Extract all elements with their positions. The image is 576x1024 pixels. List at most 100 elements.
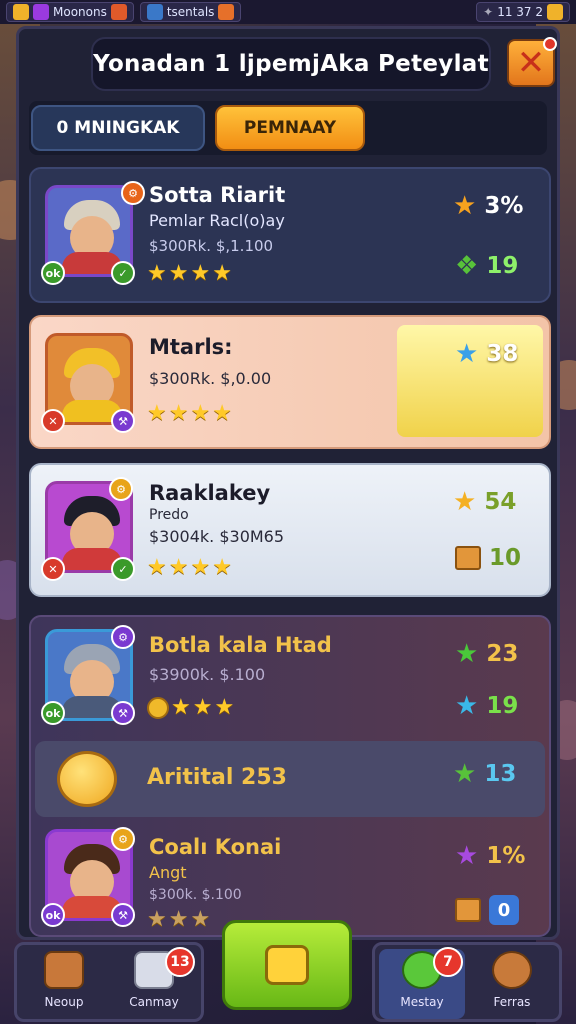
center-action-button[interactable] [222,920,352,1010]
battery-icon [547,4,563,20]
tool-badge-icon: ⚒ [111,701,135,725]
star-icon: ★ [455,639,479,669]
stat-value: 38 [486,341,519,367]
stat-value: 3% [484,193,524,219]
notification-badge: 7 [433,947,463,977]
star-icon: ★ [453,487,477,517]
player-name: Raaklakey [149,481,271,505]
star-icon: ★ [214,695,235,720]
star-icon: ★ [212,401,232,426]
remove-badge-icon: ✕ [41,557,65,581]
rank-badge-icon: ⚙ [111,625,135,649]
level-badge-icon: ok [41,903,65,927]
currency-label: Moonons [53,5,107,19]
tool-badge-icon: ⚒ [111,903,135,927]
chest-icon [455,546,481,570]
player-price: $300k. $.100 [149,887,242,903]
star-rating: ★ ★ ★ ★ [147,557,232,579]
chest-icon [455,898,481,922]
star-icon: ★ [147,261,167,286]
shield-icon [146,4,163,20]
arrow-icon [218,4,235,20]
star-icon: ★ [171,695,191,720]
player-subtitle: Angt [149,863,187,882]
clock-chip: ✦ 11 37 2 [476,2,570,22]
tool-badge-icon: ⚒ [111,409,135,433]
star-icon: ★ [147,401,167,426]
nav-item-home[interactable]: Neoup [21,949,107,1019]
clock-label: 11 37 2 [497,5,543,19]
bottom-nav: Neoup Canmay 13 Mestay 7 Ferras [14,920,562,1022]
stat-value: 10 [489,545,522,571]
stat-value: 13 [484,761,517,787]
stat-bottom: ❖ 19 [455,253,518,279]
stat-value: 19 [486,693,519,719]
star-icon: ★ [192,695,213,720]
reward-stat: ★ 13 [453,761,516,787]
player-name: Coalı Konai [149,835,282,859]
check-badge-icon: ✓ [111,261,135,285]
rank-badge-icon: ⚙ [111,827,135,851]
house-icon [44,951,84,989]
nav-item-ferras[interactable]: Ferras [469,949,555,1019]
star-rating: ★ ★ ★ [147,697,234,719]
star-icon: ★ [168,261,189,286]
star-icon: ★ [455,691,479,721]
stat-bottom: 10 [455,545,521,571]
player-card[interactable]: ✕ ⚒ Mtarls: $300Rk. $,0.00 ★ ★ ★ ★ ★ 38 [29,315,551,449]
settings-icon: ✦ [483,5,494,19]
nav-item-mestay[interactable]: Mestay 7 [379,947,465,1019]
player-name: Mtarls: [149,335,233,359]
energy-label: tsentals [166,5,215,19]
player-price: $300Rk. $,0.00 [149,369,272,388]
leaderboard-panel: Yonadan 1 ljpemjAka Peteylat ✕ 0 MNINGKA… [16,26,560,940]
star-icon: ★ [190,401,211,426]
player-price: $3004k. $30M65 [149,527,285,546]
nav-label: Ferras [493,995,531,1009]
level-badge-icon: ok [41,261,65,285]
notification-dot [543,37,557,51]
energy-chip[interactable]: tsentals [139,2,242,22]
stat-value: 23 [486,641,519,667]
nav-label: Mestay [400,995,444,1009]
star-rating: ★ ★ ★ ★ [147,403,232,425]
coin-icon [147,697,169,719]
tab-ranking[interactable]: 0 MNINGKAK [31,105,205,151]
check-badge-icon: ✓ [111,557,135,581]
close-button[interactable]: ✕ [507,37,557,87]
chest-icon [13,4,29,20]
gem-icon [33,4,49,20]
star-icon: ★ [168,555,189,580]
currency-chip[interactable]: Moonons [6,2,134,22]
star-icon: ★ [455,841,479,871]
search-icon [265,945,309,985]
pet-icon [492,951,532,989]
sun-coin-icon [57,751,117,807]
stat-top: ★ 54 [453,489,516,515]
stat-value: 0 [489,895,519,925]
add-icon [110,4,127,20]
stat-value: 54 [484,489,517,515]
player-card[interactable]: ⚙ ok ✓ Sotta Riarit Pemlar Racl(o)ay $30… [29,167,551,303]
rank-badge-icon: ⚙ [109,477,133,501]
nav-item-company[interactable]: Canmay 13 [111,947,197,1019]
star-icon: ★ [453,759,477,789]
stat-bottom: 0 [455,895,519,925]
player-subtitle: Pemlar Racl(o)ay [149,211,285,230]
nav-label: Neoup [44,995,84,1009]
star-icon: ★ [168,401,189,426]
page-title: Yonadan 1 ljpemjAka Peteylat [93,51,489,77]
title-bar: Yonadan 1 ljpemjAka Peteylat [91,37,491,91]
reward-row[interactable]: Aritital 253 ★ 13 [35,741,545,817]
remove-badge-icon: ✕ [41,409,65,433]
star-rating: ★ ★ ★ [147,909,210,931]
reward-label: Aritital 253 [147,765,287,790]
star-rating: ★ ★ ★ ★ [147,263,232,285]
nav-group-right: Mestay 7 Ferras [372,942,562,1022]
tab-payment[interactable]: PEMNAAY [215,105,365,151]
nav-label: Canmay [129,995,179,1009]
player-card[interactable]: ⚙ ✕ ✓ Raaklakey Predo $3004k. $30M65 ★ ★… [29,463,551,597]
stat-bottom: ★ 19 [455,693,518,719]
rank-badge-icon: ⚙ [121,181,145,205]
player-name: Sotta Riarit [149,183,286,207]
